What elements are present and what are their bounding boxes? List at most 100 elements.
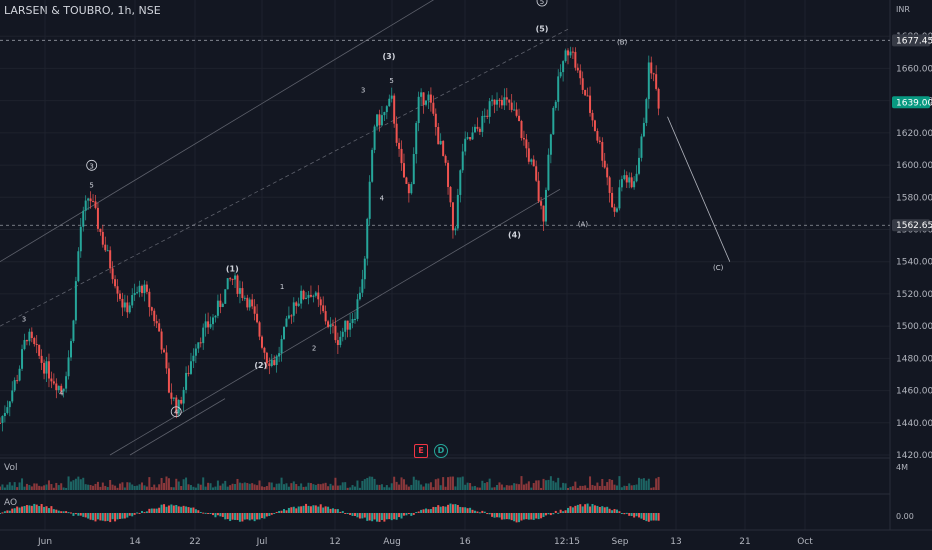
ao-bar xyxy=(99,513,102,521)
volume-bar xyxy=(388,487,391,490)
candle-body xyxy=(96,207,99,229)
ao-bar xyxy=(57,510,60,513)
volume-bar xyxy=(253,484,256,490)
candle-body xyxy=(598,140,601,143)
candle-body xyxy=(226,278,229,290)
volume-bar xyxy=(285,483,288,490)
ao-bar xyxy=(207,513,210,514)
volume-bar xyxy=(642,478,645,490)
x-tick-label: 21 xyxy=(739,537,750,547)
volume-bar xyxy=(221,483,224,490)
candle-body xyxy=(351,319,354,323)
candle-body xyxy=(378,114,381,126)
candle-body xyxy=(461,151,464,171)
volume-bar xyxy=(199,484,202,490)
candle-body xyxy=(109,250,112,269)
volume-bar xyxy=(393,476,396,490)
candle-body xyxy=(187,372,190,374)
volume-bar xyxy=(402,479,405,490)
ao-bar xyxy=(398,513,401,518)
candle-body xyxy=(562,61,565,73)
ao-bar xyxy=(23,505,26,513)
volume-bar xyxy=(153,484,156,490)
volume-bar xyxy=(324,482,327,490)
ao-bar xyxy=(148,508,151,513)
volume-bar xyxy=(92,485,95,490)
candle-body xyxy=(128,305,131,313)
ao-bar xyxy=(383,513,386,522)
ao-bar xyxy=(324,506,327,513)
ao-bar xyxy=(224,513,227,520)
candle-body xyxy=(141,285,144,294)
candle-body xyxy=(329,324,332,328)
volume-bar xyxy=(87,484,90,490)
volume-bar xyxy=(576,487,579,490)
candle-body xyxy=(50,378,53,382)
ao-bar xyxy=(3,511,6,513)
ao-bar xyxy=(388,513,391,520)
candle-body xyxy=(586,95,589,97)
price-chart[interactable]: 1420.001440.001460.001480.001500.001520.… xyxy=(0,0,932,550)
ao-bar xyxy=(167,505,170,513)
ao-bar xyxy=(503,513,506,520)
ao-bar xyxy=(141,510,144,513)
ao-bar xyxy=(439,506,442,513)
candle-body xyxy=(238,288,241,294)
candle-body xyxy=(278,353,281,357)
candle-body xyxy=(564,50,567,62)
ao-bar xyxy=(33,503,36,513)
volume-bar xyxy=(449,476,452,490)
volume-bar xyxy=(60,483,63,490)
ao-bar xyxy=(8,510,11,513)
volume-bar xyxy=(238,482,241,490)
candle-body xyxy=(554,101,557,108)
wave-label: 3 xyxy=(89,162,93,170)
candle-body xyxy=(623,175,626,180)
ao-bar xyxy=(116,513,119,520)
volume-bar xyxy=(478,487,481,490)
ao-bar xyxy=(547,513,550,515)
volume-bar xyxy=(535,480,538,490)
ao-bar xyxy=(393,513,396,520)
ao-bar xyxy=(400,513,403,519)
ao-bar xyxy=(216,513,219,516)
ao-bar xyxy=(145,511,148,513)
ao-bar xyxy=(118,513,121,519)
candle-body xyxy=(513,109,516,111)
volume-bar xyxy=(23,486,26,490)
ao-bar xyxy=(312,505,315,513)
candle-body xyxy=(601,142,604,161)
ao-bar xyxy=(562,511,565,513)
ao-bar xyxy=(128,513,131,516)
volume-bar xyxy=(35,483,38,490)
ao-bar xyxy=(263,513,266,519)
volume-bar xyxy=(508,485,511,490)
earnings-event-icon[interactable]: E xyxy=(414,444,428,458)
ao-bar xyxy=(307,505,310,513)
volume-bar xyxy=(412,476,415,490)
candle-body xyxy=(415,123,418,155)
ao-bar xyxy=(344,513,347,514)
ao-bar xyxy=(540,513,543,519)
candle-body xyxy=(557,76,560,102)
ao-bar xyxy=(415,512,418,514)
volume-bar xyxy=(155,487,158,490)
ao-bar xyxy=(92,513,95,521)
candle-body xyxy=(596,131,599,141)
candle-body xyxy=(324,311,327,322)
candle-body xyxy=(349,322,352,330)
volume-bar xyxy=(126,482,129,490)
candle-body xyxy=(346,320,349,330)
volume-bar xyxy=(165,476,168,490)
candle-body xyxy=(317,292,320,300)
candle-body xyxy=(25,340,28,342)
wave-label: (C) xyxy=(713,264,724,272)
candle-body xyxy=(106,250,109,252)
candle-body xyxy=(116,286,119,294)
candle-body xyxy=(204,321,207,328)
dividend-event-icon[interactable]: D xyxy=(434,444,448,458)
ao-bar xyxy=(123,513,126,519)
candle-body xyxy=(483,115,486,117)
candle-body xyxy=(356,299,359,319)
ao-bar xyxy=(437,505,440,513)
